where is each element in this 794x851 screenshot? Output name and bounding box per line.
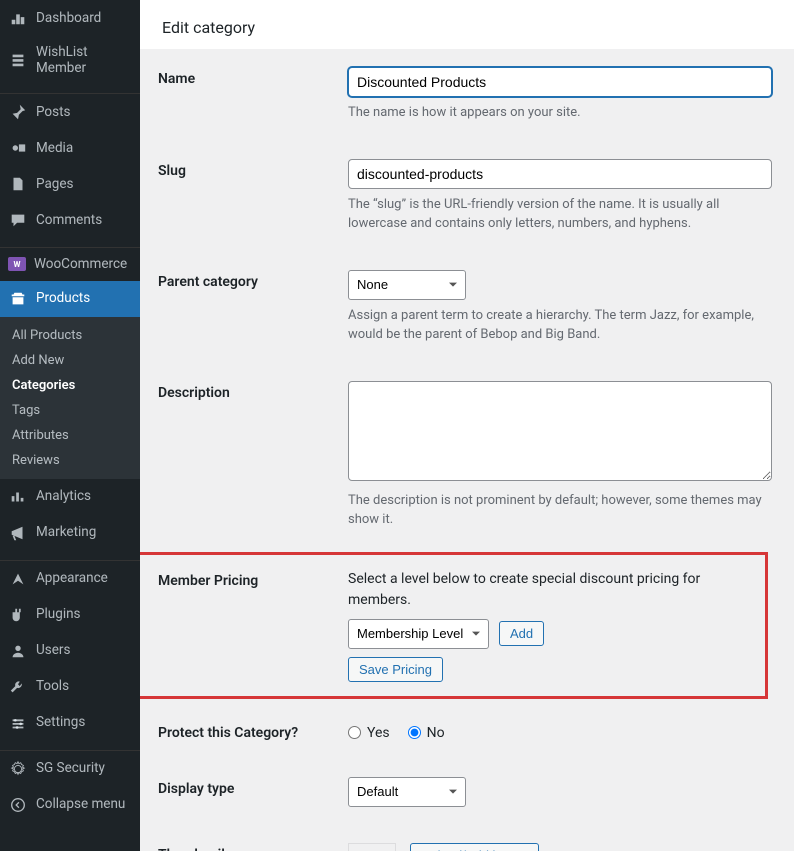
comments-icon <box>8 210 28 230</box>
media-icon <box>8 138 28 158</box>
sidebar-item-tools[interactable]: Tools <box>0 669 140 705</box>
products-icon <box>8 289 28 309</box>
sidebar-item-media[interactable]: Media <box>0 130 140 166</box>
protect-label: Protect this Category? <box>158 721 338 741</box>
settings-icon <box>8 713 28 733</box>
protect-no-radio[interactable] <box>408 726 421 739</box>
sidebar-item-label: Pages <box>36 176 74 192</box>
sidebar-item-label: Marketing <box>36 524 96 540</box>
protect-no-option[interactable]: No <box>408 725 445 741</box>
page-title: Edit category <box>140 0 794 49</box>
sidebar-item-label: Media <box>36 140 73 156</box>
protect-yes-radio[interactable] <box>348 726 361 739</box>
analytics-icon <box>8 487 28 507</box>
sidebar-item-label: Users <box>36 642 70 658</box>
slug-help: The “slug” is the URL-friendly version o… <box>348 195 772 234</box>
submenu-tags[interactable]: Tags <box>0 398 140 423</box>
sidebar-item-label: Plugins <box>36 606 81 622</box>
tools-icon <box>8 677 28 697</box>
sidebar-item-pages[interactable]: Pages <box>0 166 140 202</box>
plugins-icon <box>8 605 28 625</box>
sidebar-item-label: Collapse menu <box>36 796 125 812</box>
sidebar-item-label: Comments <box>36 212 102 228</box>
row-member-pricing: Member Pricing Select a level below to c… <box>140 552 768 699</box>
submenu-all-products[interactable]: All Products <box>0 323 140 348</box>
submenu-categories[interactable]: Categories <box>0 373 140 398</box>
add-button[interactable]: Add <box>499 621 544 646</box>
sidebar-item-products[interactable]: Products <box>0 281 140 317</box>
name-help: The name is how it appears on your site. <box>348 103 772 123</box>
sidebar-item-label: Posts <box>36 104 70 120</box>
sidebar-item-settings[interactable]: Settings <box>0 705 140 741</box>
upload-image-button[interactable]: Upload/Add image <box>410 843 539 851</box>
name-label: Name <box>158 67 338 123</box>
name-input[interactable] <box>348 67 772 97</box>
row-description: Description The description is not promi… <box>140 363 772 548</box>
edit-category-form: Name The name is how it appears on your … <box>140 49 794 851</box>
sidebar-item-sg-security[interactable]: SG Security <box>0 751 140 787</box>
pin-icon <box>8 102 28 122</box>
gear-icon <box>8 759 28 779</box>
collapse-icon <box>8 795 28 815</box>
description-textarea[interactable] <box>348 381 772 481</box>
submenu-attributes[interactable]: Attributes <box>0 423 140 448</box>
sidebar-item-label: WishList Member <box>36 44 132 76</box>
sidebar-item-label: Analytics <box>36 488 91 504</box>
pages-icon <box>8 174 28 194</box>
woocommerce-icon: W <box>8 257 26 271</box>
member-pricing-label: Member Pricing <box>158 569 338 682</box>
sidebar-item-label: Appearance <box>36 570 108 586</box>
sidebar-item-marketing[interactable]: Marketing <box>0 515 140 551</box>
save-pricing-button[interactable]: Save Pricing <box>348 657 443 682</box>
slug-input[interactable] <box>348 159 772 189</box>
display-type-select[interactable]: Default <box>348 777 466 807</box>
sidebar-item-comments[interactable]: Comments <box>0 202 140 238</box>
sidebar-item-dashboard[interactable]: Dashboard <box>0 0 140 36</box>
admin-sidebar: Dashboard WishList Member Posts Media Pa… <box>0 0 140 851</box>
sidebar-item-label: SG Security <box>36 760 105 776</box>
appearance-icon <box>8 569 28 589</box>
sidebar-item-label: Tools <box>36 678 69 694</box>
slug-label: Slug <box>158 159 338 234</box>
sidebar-item-wishlist[interactable]: WishList Member <box>0 36 140 84</box>
submenu-add-new[interactable]: Add New <box>0 348 140 373</box>
member-pricing-help: Select a level below to create special d… <box>348 569 755 611</box>
protect-yes-option[interactable]: Yes <box>348 725 390 741</box>
description-label: Description <box>158 381 338 530</box>
sidebar-item-appearance[interactable]: Appearance <box>0 561 140 597</box>
sidebar-item-analytics[interactable]: Analytics <box>0 479 140 515</box>
row-parent: Parent category None Assign a parent ter… <box>140 252 772 363</box>
row-display-type: Display type Default <box>140 759 772 825</box>
dashboard-icon <box>8 8 28 28</box>
users-icon <box>8 641 28 661</box>
display-type-label: Display type <box>158 777 338 807</box>
parent-label: Parent category <box>158 270 338 345</box>
sidebar-item-posts[interactable]: Posts <box>0 94 140 130</box>
sidebar-item-label: Dashboard <box>36 10 101 26</box>
row-slug: Slug The “slug” is the URL-friendly vers… <box>140 141 772 252</box>
sidebar-item-users[interactable]: Users <box>0 633 140 669</box>
submenu-reviews[interactable]: Reviews <box>0 448 140 473</box>
sidebar-item-plugins[interactable]: Plugins <box>0 597 140 633</box>
sidebar-item-collapse[interactable]: Collapse menu <box>0 787 140 823</box>
row-name: Name The name is how it appears on your … <box>140 49 772 141</box>
thumbnail-label: Thumbnail <box>158 843 338 851</box>
products-submenu: All Products Add New Categories Tags Att… <box>0 317 140 479</box>
description-help: The description is not prominent by defa… <box>348 491 772 530</box>
membership-level-select[interactable]: Membership Level <box>348 619 489 649</box>
marketing-icon <box>8 523 28 543</box>
row-thumbnail: Thumbnail Upload/Add image <box>140 825 772 851</box>
sidebar-item-label: Products <box>36 290 90 306</box>
sidebar-item-label: Settings <box>36 714 85 730</box>
sidebar-item-label: WooCommerce <box>34 256 127 272</box>
main-content: Edit category Name The name is how it ap… <box>140 0 794 851</box>
parent-select[interactable]: None <box>348 270 466 300</box>
sidebar-item-woocommerce[interactable]: W WooCommerce <box>0 248 140 280</box>
wishlist-icon <box>8 50 28 70</box>
thumbnail-placeholder <box>348 843 396 851</box>
parent-help: Assign a parent term to create a hierarc… <box>348 306 772 345</box>
row-protect: Protect this Category? Yes No <box>140 703 772 759</box>
